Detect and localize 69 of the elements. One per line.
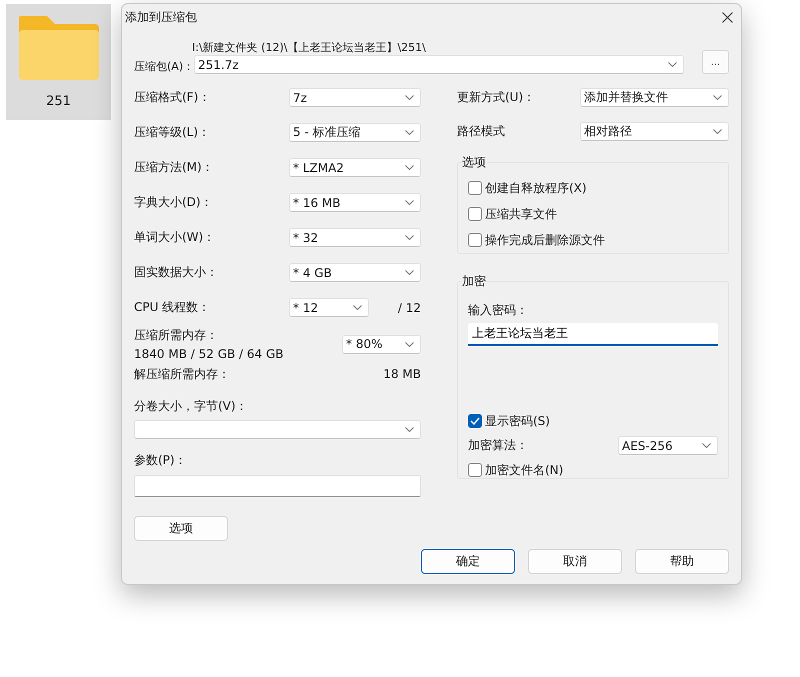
dropdown[interactable]: * 4 GB [289,263,421,282]
field-label: CPU 线程数： [134,299,210,316]
memory-usage: 1840 MB / 52 GB / 64 GB [134,347,284,361]
field-label: 参数(P)： [134,452,187,469]
thread-max: / 12 [396,300,421,314]
checkbox[interactable] [468,207,482,221]
browse-button[interactable]: ... [702,50,729,74]
field-label: 压缩包(A)： [134,59,194,74]
checkbox-option[interactable]: 创建自释放程序(X) [468,175,718,201]
chevron-icon [405,130,414,135]
checkbox-option[interactable]: 压缩共享文件 [468,201,718,227]
dropdown[interactable]: 5 - 标准压缩 [289,123,421,142]
field-label: 分卷大小，字节(V)： [134,398,248,415]
dropdown[interactable]: AES-256 [618,436,718,455]
checkbox[interactable] [468,233,482,247]
field-label: 固实数据大小： [134,264,218,281]
folder-tile[interactable]: 251 [6,4,111,120]
checkbox-option[interactable]: 加密文件名(N) [468,457,718,483]
dialog-button[interactable]: 帮助 [635,549,729,574]
chevron-icon [405,427,414,432]
dropdown[interactable]: 7z [289,88,421,107]
checkbox[interactable] [468,181,482,195]
chevron-icon [702,443,711,448]
dropdown[interactable]: * 80% [342,334,421,354]
dropdown[interactable]: 相对路径 [580,122,729,141]
dropdown[interactable]: 251.7z [194,55,684,74]
field-label: 加密算法： [468,437,528,454]
chevron-icon [405,95,414,100]
dropdown[interactable]: 添加并替换文件 [580,88,729,107]
field-label: 解压缩所需内存： [134,366,230,382]
dropdown[interactable]: * 32 [289,228,421,247]
field-label: 字典大小(D)： [134,194,213,211]
checkbox[interactable] [468,463,482,477]
memory-value: 18 MB [383,367,421,381]
field-label: 更新方式(U)： [457,89,536,106]
chevron-icon [405,200,414,205]
close-icon[interactable] [722,12,733,23]
dialog-button[interactable]: 取消 [528,549,622,574]
field-label: 压缩方法(M)： [134,159,214,176]
chevron-icon [405,270,414,275]
folder-name: 251 [46,94,71,109]
chevron-icon [668,62,677,67]
field-label: 压缩所需内存： [134,327,219,344]
input-field[interactable] [134,475,421,497]
window-title: 添加到压缩包 [125,9,197,26]
field-label: 压缩等级(L)： [134,124,210,141]
chevron-icon [713,129,722,134]
archive-path: I:\新建文件夹 (12)\【上老王论坛当老王】\251\ [192,41,427,55]
chevron-icon [353,305,362,310]
field-label: 输入密码： [468,302,529,319]
field-label: 压缩格式(F)： [134,89,210,106]
dropdown[interactable]: * 16 MB [289,193,421,212]
dialog-button[interactable]: 确定 [421,549,515,574]
password-field[interactable]: 上老王论坛当老王 [468,323,718,346]
checkbox-option[interactable]: 操作完成后删除源文件 [468,227,718,253]
checkbox-option[interactable]: 显示密码(S) [468,408,718,434]
chevron-icon [713,95,722,100]
field-label: 路径模式 [457,123,505,140]
field-label: 单词大小(W)： [134,229,216,246]
checkbox[interactable] [468,414,482,428]
group-title: 加密 [462,273,486,290]
chevron-icon [405,165,414,170]
dropdown[interactable]: * 12 [289,298,369,317]
chevron-icon [405,235,414,240]
dropdown[interactable]: * LZMA2 [289,158,421,177]
chevron-icon [405,342,414,346]
group-title: 选项 [462,154,486,171]
options-button[interactable]: 选项 [134,516,228,541]
folder-icon [16,14,100,80]
